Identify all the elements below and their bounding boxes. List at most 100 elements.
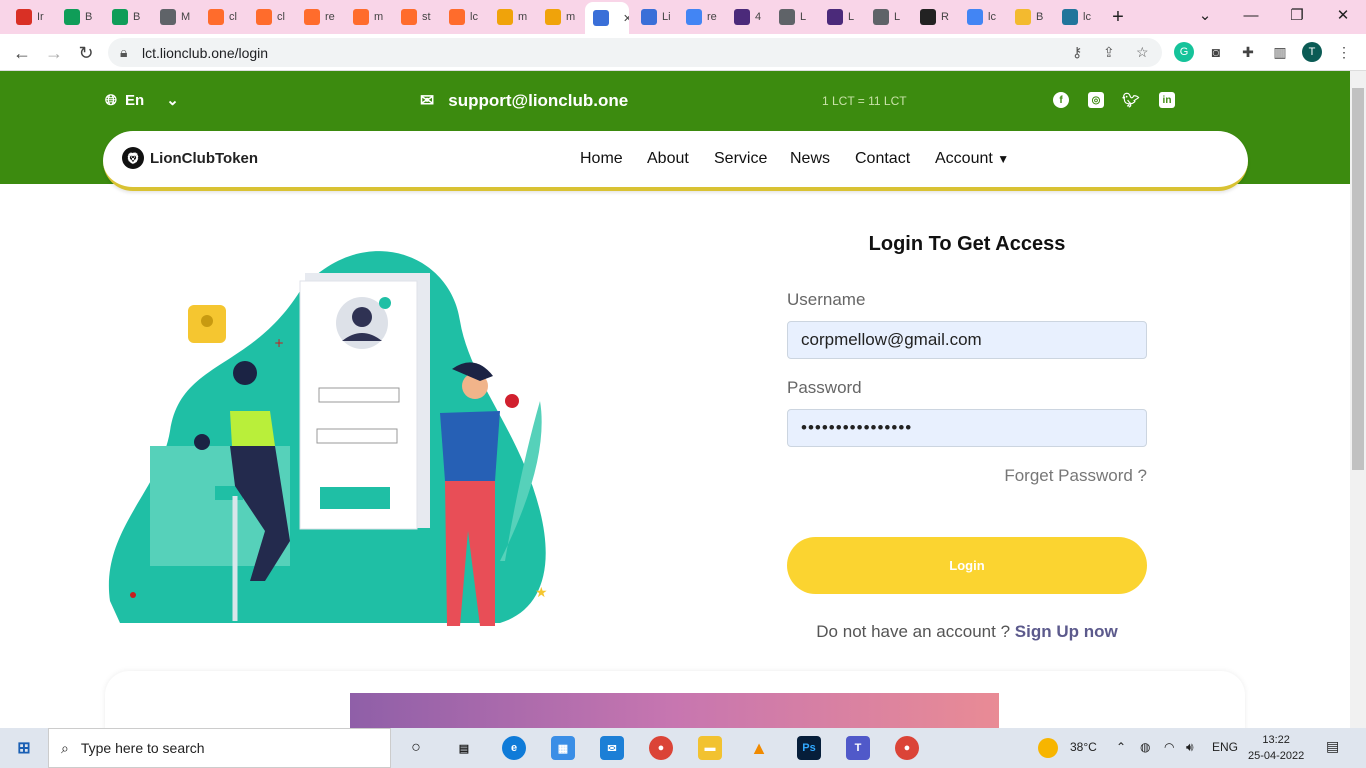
- tab-title: B: [133, 11, 141, 23]
- browser-tab[interactable]: B: [56, 4, 102, 30]
- linkedin-icon[interactable]: in: [1159, 92, 1175, 108]
- browser-tab[interactable]: m: [345, 4, 391, 30]
- address-bar[interactable]: 🔒︎ lct.lionclub.one/login ⚷ ⇪ ☆: [108, 38, 1162, 67]
- clock-date: 25-04-2022: [1248, 750, 1305, 762]
- browser-tab[interactable]: Li: [633, 4, 679, 30]
- restore-button[interactable]: ❐: [1274, 0, 1320, 30]
- signup-prompt-text: Do not have an account ?: [816, 622, 1011, 641]
- browser-tab[interactable]: Ir: [8, 4, 54, 30]
- tab-title: Li: [662, 11, 671, 23]
- cortana-icon[interactable]: ○: [404, 736, 428, 760]
- browser-tab[interactable]: B: [104, 4, 150, 30]
- site-icon: [593, 10, 609, 26]
- back-icon[interactable]: ←: [9, 40, 35, 66]
- chrome-menu-icon[interactable]: ⋮: [1334, 42, 1354, 62]
- tab-title: m: [518, 11, 528, 23]
- clock[interactable]: 13:22 25-04-2022: [1248, 732, 1304, 764]
- wifi-icon[interactable]: ◠: [1164, 740, 1174, 754]
- facebook-icon[interactable]: f: [1053, 92, 1069, 108]
- edge-icon[interactable]: e: [502, 736, 526, 760]
- browser-tab[interactable]: lc: [959, 4, 1005, 30]
- tab-title: re: [325, 11, 335, 23]
- nav-contact[interactable]: Contact: [855, 150, 910, 168]
- tray-chevron-icon[interactable]: ⌃: [1116, 740, 1126, 754]
- close-window-button[interactable]: ✕: [1320, 0, 1366, 30]
- nav-account[interactable]: Account ▼: [935, 150, 1009, 168]
- nav-home[interactable]: Home: [580, 150, 623, 168]
- browser-tab[interactable]: R: [912, 4, 958, 30]
- tab-search-chevron-icon[interactable]: ⌄: [1182, 0, 1228, 30]
- twitter-icon[interactable]: 🐦︎: [1122, 92, 1140, 108]
- new-tab-button[interactable]: +: [1095, 2, 1141, 32]
- side-panel-icon[interactable]: ▥: [1270, 42, 1290, 62]
- browser-tab[interactable]: st: [393, 4, 439, 30]
- input-language[interactable]: ENG: [1212, 740, 1238, 754]
- weather-sun-icon[interactable]: [1038, 738, 1058, 758]
- nav-news[interactable]: News: [790, 150, 830, 168]
- browser-tab[interactable]: re: [678, 4, 724, 30]
- store-icon[interactable]: ▦: [551, 736, 575, 760]
- password-input[interactable]: ••••••••••••••••: [787, 409, 1147, 447]
- tab-title: B: [85, 11, 93, 23]
- forward-icon[interactable]: →: [41, 40, 67, 66]
- vlc-icon[interactable]: ▲: [747, 736, 771, 760]
- chrome-active-icon[interactable]: ●: [895, 736, 919, 760]
- reload-icon[interactable]: ↻: [73, 40, 99, 66]
- nav-service[interactable]: Service: [714, 150, 767, 168]
- site-logo[interactable]: 🦁︎ LionClubToken: [122, 147, 258, 169]
- network-icon[interactable]: ◍: [1140, 740, 1150, 754]
- browser-tab[interactable]: ✕: [585, 2, 629, 34]
- browser-tab[interactable]: L: [865, 4, 911, 30]
- nav-about[interactable]: About: [647, 150, 689, 168]
- scrollbar-thumb[interactable]: [1352, 88, 1364, 470]
- username-input[interactable]: corpmellow@gmail.com: [787, 321, 1147, 359]
- site-icon: [641, 9, 657, 25]
- minimize-button[interactable]: —: [1228, 0, 1274, 30]
- windows-start-icon[interactable]: ⊞: [12, 736, 36, 760]
- profile-avatar[interactable]: T: [1302, 42, 1322, 62]
- browser-tab[interactable]: lc: [441, 4, 487, 30]
- browser-tab[interactable]: B: [1007, 4, 1053, 30]
- bnb-icon: [1015, 9, 1031, 25]
- tab-title: m: [566, 11, 576, 23]
- language-selector[interactable]: 🌐︎ En ⌄: [105, 91, 179, 110]
- instagram-icon[interactable]: ◎: [1088, 92, 1104, 108]
- browser-tab[interactable]: lc: [1054, 4, 1100, 30]
- browser-tab[interactable]: cl: [248, 4, 294, 30]
- taskbar-search[interactable]: ⌕ Type here to search: [48, 728, 391, 768]
- teams-icon[interactable]: T: [846, 736, 870, 760]
- browser-tab[interactable]: 4: [726, 4, 772, 30]
- username-label: Username: [787, 290, 866, 309]
- file-explorer-icon[interactable]: ▬: [698, 736, 722, 760]
- camera-icon[interactable]: ◙: [1206, 42, 1226, 62]
- share-icon[interactable]: ⇪: [1103, 44, 1115, 61]
- close-tab-icon[interactable]: ✕: [623, 12, 629, 25]
- support-email-text: support@lionclub.one: [448, 91, 629, 110]
- notification-icon[interactable]: ▤: [1326, 738, 1339, 755]
- browser-tab[interactable]: L: [819, 4, 865, 30]
- grammarly-icon[interactable]: G: [1174, 42, 1194, 62]
- signup-link[interactable]: Sign Up now: [1015, 622, 1118, 641]
- phpmyadmin-icon: [545, 9, 561, 25]
- browser-tab[interactable]: L: [771, 4, 817, 30]
- task-view-icon[interactable]: ▤: [452, 736, 476, 760]
- mail-icon[interactable]: ✉: [600, 736, 624, 760]
- browser-tab[interactable]: m: [537, 4, 583, 30]
- browser-tab[interactable]: re: [296, 4, 342, 30]
- forget-password-link[interactable]: Forget Password ?: [947, 466, 1147, 486]
- weather-temp[interactable]: 38°C: [1070, 740, 1097, 754]
- browser-tab[interactable]: M: [152, 4, 198, 30]
- key-icon[interactable]: ⚷: [1072, 44, 1082, 61]
- url-text[interactable]: lct.lionclub.one/login: [142, 45, 268, 61]
- login-button[interactable]: Login: [787, 537, 1147, 594]
- chrome-icon[interactable]: ●: [649, 736, 673, 760]
- photoshop-icon[interactable]: Ps: [797, 736, 821, 760]
- browser-tab[interactable]: cl: [200, 4, 246, 30]
- coinlib-icon: [827, 9, 843, 25]
- support-email[interactable]: ✉ support@lionclub.one: [420, 91, 628, 111]
- tab-title: L: [800, 11, 807, 23]
- bookmark-star-icon[interactable]: ☆: [1136, 44, 1149, 61]
- volume-icon[interactable]: 🔊︎: [1186, 740, 1194, 755]
- extensions-puzzle-icon[interactable]: ✚: [1238, 42, 1258, 62]
- browser-tab[interactable]: m: [489, 4, 535, 30]
